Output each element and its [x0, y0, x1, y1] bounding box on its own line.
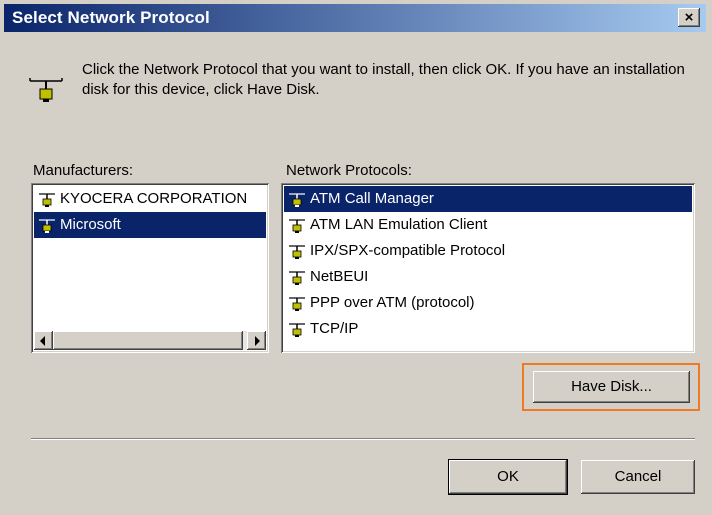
protocol-label: ATM Call Manager	[310, 190, 434, 207]
scroll-right-button[interactable]	[247, 331, 266, 350]
cancel-button[interactable]: Cancel	[581, 460, 695, 494]
protocol-label: PPP over ATM (protocol)	[310, 294, 475, 311]
protocol-item-atm-lan-emulation[interactable]: ATM LAN Emulation Client	[284, 212, 692, 238]
manufacturers-label: Manufacturers:	[33, 162, 134, 179]
manufacturer-item-kyocera[interactable]: KYOCERA CORPORATION	[34, 186, 266, 212]
protocol-item-ipx-spx[interactable]: IPX/SPX-compatible Protocol	[284, 238, 692, 264]
network-protocols-label: Network Protocols:	[286, 162, 412, 179]
protocol-item-atm-call-manager[interactable]: ATM Call Manager	[284, 186, 692, 212]
have-disk-button[interactable]: Have Disk...	[533, 371, 690, 403]
ok-button[interactable]: OK	[449, 460, 567, 494]
select-network-protocol-dialog: Select Network Protocol × Click the Netw…	[0, 0, 712, 515]
manufacturer-item-microsoft[interactable]: Microsoft	[34, 212, 266, 238]
network-protocol-icon	[289, 219, 305, 233]
network-protocol-icon	[289, 323, 305, 337]
protocol-label: NetBEUI	[310, 268, 369, 285]
close-icon: ×	[684, 9, 694, 26]
dialog-title: Select Network Protocol	[12, 8, 210, 27]
protocol-item-ppp-over-atm[interactable]: PPP over ATM (protocol)	[284, 290, 692, 316]
divider	[31, 438, 695, 440]
horizontal-scrollbar[interactable]	[34, 331, 266, 350]
network-protocol-icon	[39, 219, 55, 233]
manufacturer-label: Microsoft	[60, 216, 121, 233]
network-protocol-icon	[39, 193, 55, 207]
protocol-label: IPX/SPX-compatible Protocol	[310, 242, 506, 259]
network-protocol-icon	[289, 193, 305, 207]
protocol-label: TCP/IP	[310, 320, 359, 337]
protocol-label: ATM LAN Emulation Client	[310, 216, 488, 233]
title-bar: Select Network Protocol ×	[4, 4, 706, 32]
network-protocols-listbox[interactable]: ATM Call Manager ATM LAN Emulation Clien…	[281, 183, 695, 353]
arrow-left-icon	[40, 336, 45, 346]
close-button[interactable]: ×	[678, 8, 700, 27]
network-protocol-icon	[289, 297, 305, 311]
protocol-item-netbeui[interactable]: NetBEUI	[284, 264, 692, 290]
protocol-item-tcp-ip[interactable]: TCP/IP	[284, 316, 692, 342]
manufacturer-label: KYOCERA CORPORATION	[60, 190, 248, 207]
scroll-thumb[interactable]	[53, 331, 243, 350]
network-protocol-icon	[289, 245, 305, 259]
instruction-text: Click the Network Protocol that you want…	[82, 61, 685, 98]
network-protocol-icon	[29, 78, 63, 102]
network-protocol-icon	[289, 271, 305, 285]
arrow-right-icon	[255, 336, 260, 346]
manufacturers-listbox[interactable]: KYOCERA CORPORATION Microsoft	[31, 183, 269, 353]
scroll-left-button[interactable]	[34, 331, 53, 350]
